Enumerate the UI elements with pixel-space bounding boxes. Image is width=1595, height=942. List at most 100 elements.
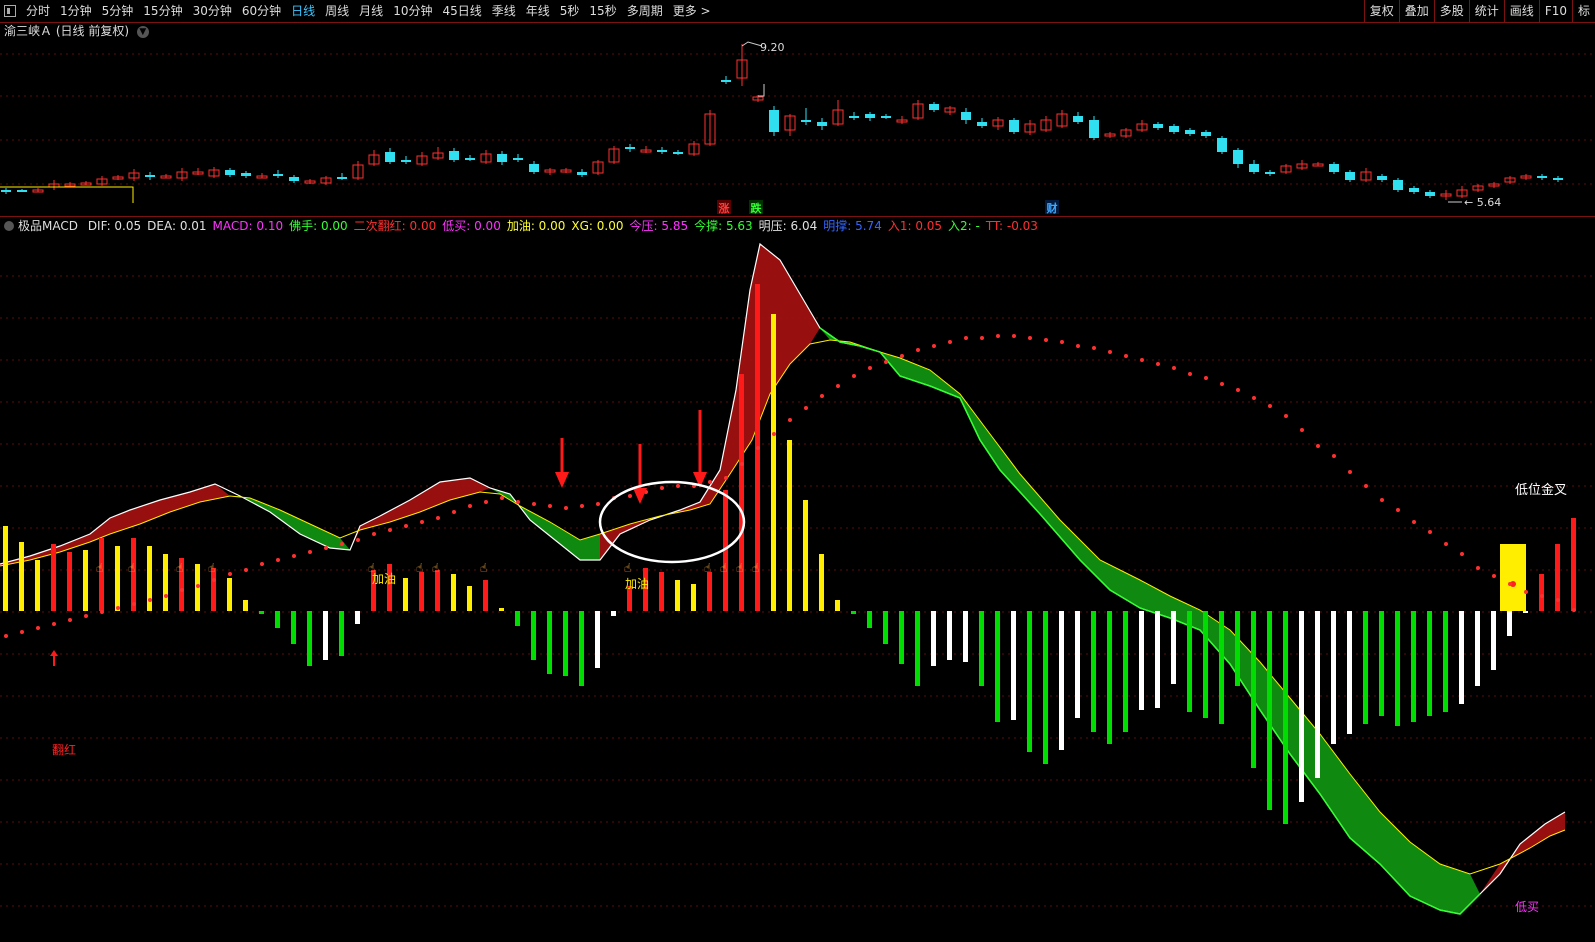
legend-item-13: 入2: - (948, 219, 980, 233)
period-tab-13[interactable]: 5秒 (555, 0, 585, 22)
candle-body (1153, 124, 1163, 128)
macd-bar (1251, 611, 1256, 768)
period-tab-16[interactable]: 更多 > (668, 0, 716, 22)
candle-body (769, 110, 779, 132)
sar-dot (196, 584, 200, 588)
toolbar-button-2[interactable]: 多股 (1433, 0, 1469, 22)
sar-dot (452, 510, 456, 514)
indicator-legend: 极品MACD DIF: 0.05 DEA: 0.01 MACD: 0.10 佛手: 0… (4, 218, 1050, 234)
period-tab-11[interactable]: 季线 (487, 0, 521, 22)
period-tab-1[interactable]: 1分钟 (55, 0, 97, 22)
stock-title: 渝三峡Ａ (日线 前复权) ▼ (4, 23, 149, 40)
macd-bar (867, 611, 872, 628)
indicator-menu-icon[interactable] (4, 221, 14, 231)
macd-bar (1107, 611, 1112, 744)
sar-dot (1172, 366, 1176, 370)
toolbar-button-6[interactable]: 标 (1571, 0, 1595, 22)
candle-body (17, 190, 27, 192)
sar-dot (948, 340, 952, 344)
period-tab-10[interactable]: 45日线 (437, 0, 486, 22)
sar-dot (516, 500, 520, 504)
sar-dot (1124, 354, 1128, 358)
period-tab-8[interactable]: 月线 (354, 0, 388, 22)
candle-body (449, 151, 459, 160)
candle-body (1249, 164, 1259, 172)
toolbar-button-1[interactable]: 叠加 (1398, 0, 1434, 22)
macd-bar (963, 611, 968, 662)
period-tab-3[interactable]: 15分钟 (138, 0, 187, 22)
toolbar-button-3[interactable]: 统计 (1468, 0, 1504, 22)
macd-bar (1523, 611, 1528, 613)
red-arrow-head (555, 472, 569, 488)
price-chart[interactable]: 9.20 ← 5.64 涨 跌 财 (0, 40, 1595, 216)
sar-dot (1108, 350, 1112, 354)
sar-dot (1252, 396, 1256, 400)
legend-item-12: 入1: 0.05 (887, 219, 943, 233)
macd-bar (659, 572, 664, 611)
legend-item-4: 二次翻红: 0.00 (353, 219, 437, 233)
sar-dot (884, 360, 888, 364)
golden-cross-box (1500, 544, 1526, 611)
period-tab-4[interactable]: 30分钟 (188, 0, 237, 22)
hand-pointer-icon: ☝ (176, 561, 183, 575)
window-icon[interactable] (4, 5, 16, 17)
sar-dot (1508, 582, 1512, 586)
macd-indicator-chart[interactable]: ☝ ☝ ☝ ☝ ☝ ☝ ☝ ☝ ☝ ☝ ☝ ☝ ☝ (0, 234, 1595, 942)
macd-bar (771, 314, 776, 611)
sar-dot (1540, 594, 1544, 598)
sar-dot (116, 606, 120, 610)
candle-body (225, 170, 235, 175)
sar-dot (1444, 542, 1448, 546)
hand-pointer-icon: ☝ (128, 561, 135, 575)
candle-body (289, 177, 299, 181)
period-tab-9[interactable]: 10分钟 (388, 0, 437, 22)
annotation-jiayou-2: 加油 (625, 577, 650, 591)
macd-bar (19, 542, 24, 611)
sar-dot (1332, 454, 1336, 458)
macd-bar (1187, 611, 1192, 712)
hand-pointer-icon: ☝ (752, 561, 759, 575)
chevron-down-icon[interactable]: ▼ (136, 25, 149, 38)
sar-dot (548, 504, 552, 508)
period-tab-12[interactable]: 年线 (521, 0, 555, 22)
hand-pointer-icon: ☝ (480, 561, 487, 575)
period-tab-7[interactable]: 周线 (320, 0, 354, 22)
macd-bar (675, 580, 680, 611)
candle-body (929, 104, 939, 110)
macd-bar (307, 611, 312, 666)
period-tab-14[interactable]: 15秒 (584, 0, 621, 22)
macd-bar (1379, 611, 1384, 716)
toolbar-button-4[interactable]: 画线 (1503, 0, 1539, 22)
period-tab-0[interactable]: 分时 (21, 0, 55, 22)
candle-body (865, 114, 875, 118)
candle-body (977, 122, 987, 126)
macd-bar (1315, 611, 1320, 778)
candle-body (1409, 188, 1419, 192)
toolbar-button-0[interactable]: 复权 (1363, 0, 1399, 22)
macd-bar (1411, 611, 1416, 722)
sar-dot (100, 610, 104, 614)
candle-body (577, 172, 587, 175)
macd-bar (1155, 611, 1160, 708)
toolbar-button-5[interactable]: F10 (1538, 0, 1572, 22)
period-tab-5[interactable]: 60分钟 (237, 0, 286, 22)
macd-bar (163, 554, 168, 611)
sar-dot (372, 532, 376, 536)
period-tab-2[interactable]: 5分钟 (97, 0, 139, 22)
macd-bar (499, 608, 504, 611)
period-tab-15[interactable]: 多周期 (622, 0, 668, 22)
sar-dot (1476, 566, 1480, 570)
macd-bar (451, 574, 456, 611)
sar-dot (4, 634, 8, 638)
sar-dot (772, 432, 776, 436)
candle-body (529, 164, 539, 172)
macd-bar (995, 611, 1000, 722)
panel-divider[interactable] (0, 216, 1595, 217)
sar-dot (628, 494, 632, 498)
low-price-label: ← 5.64 (1464, 196, 1501, 209)
macd-bar (1027, 611, 1032, 752)
period-tab-6[interactable]: 日线 (286, 0, 320, 22)
sar-dot (1140, 358, 1144, 362)
candle-body (1201, 132, 1211, 136)
sar-dot (740, 462, 744, 466)
